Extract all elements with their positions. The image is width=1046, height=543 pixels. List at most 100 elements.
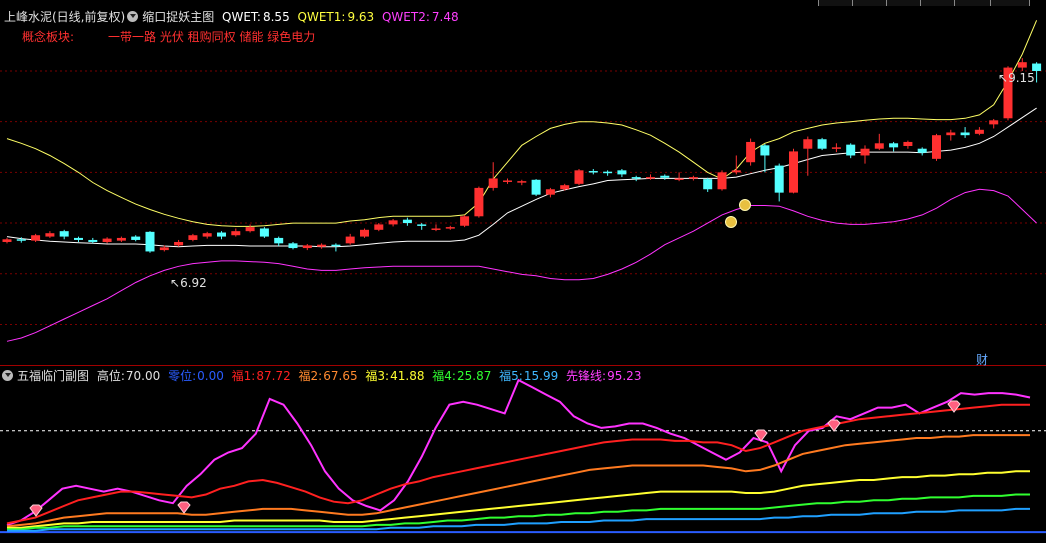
high-marker-value: 9.15 (1008, 71, 1035, 85)
xian-value: 95.23 (607, 369, 642, 383)
low-marker-value: 6.92 (180, 276, 207, 290)
finance-badge[interactable]: 财 (976, 351, 988, 368)
candle-down (617, 170, 627, 175)
candle-up (388, 220, 398, 225)
stock-chart-canvas[interactable] (0, 0, 1046, 543)
candle-up (245, 227, 255, 232)
candle-up (345, 236, 355, 244)
fu3-value: 41.88 (390, 369, 425, 383)
candle-up (45, 233, 55, 237)
zero-level-label: 零位: (168, 369, 197, 383)
candle-up (803, 139, 813, 149)
high-marker-label: ↖9.15 (998, 71, 1035, 85)
candle-up (474, 187, 484, 217)
fu4-label: 福4: (432, 369, 456, 383)
candle-up (903, 141, 913, 146)
candle-up (317, 244, 327, 247)
qwet-value: 8.55 (262, 10, 290, 24)
candle-up (488, 178, 498, 188)
fu5-value: 15.99 (523, 369, 559, 383)
main-grid (0, 70, 1046, 325)
sub-indicator-dropdown-icon[interactable] (2, 370, 13, 381)
toolbar-cutoff (0, 0, 1046, 6)
candle-up (431, 228, 441, 230)
coin-icon (739, 199, 751, 211)
middle-band-line (6, 107, 1037, 248)
zero-level-value: 0.00 (197, 369, 224, 383)
high-level-label: 高位: (96, 369, 125, 383)
diamond-icon (827, 419, 841, 432)
diamond-icon (177, 501, 191, 514)
stock-title: 上峰水泥(日线,前复权) (4, 10, 126, 24)
candle-up (932, 135, 941, 159)
candle-down (889, 143, 899, 148)
qwet-label: QWET: (222, 10, 261, 24)
candle-down (960, 132, 970, 136)
candle-down (259, 228, 269, 237)
lower-band-line (6, 188, 1037, 342)
candle-up (116, 237, 126, 241)
candle-down (145, 231, 155, 252)
candle-up (674, 178, 684, 180)
candle-up (560, 185, 570, 190)
fu2-value: 67.65 (323, 369, 358, 383)
candle-down (817, 139, 827, 149)
candle-down (288, 243, 298, 249)
candle-up (974, 129, 984, 134)
candle-up (302, 245, 312, 249)
candle-up (831, 147, 841, 149)
candle-up (731, 170, 741, 173)
candle-up (574, 170, 584, 184)
concept-label: 概念板块: (22, 30, 75, 44)
candle-down (274, 237, 284, 244)
fu5-line (7, 507, 1030, 532)
indicator-dropdown-icon[interactable] (127, 11, 139, 22)
fu2-label: 福2: (298, 369, 323, 383)
candle-up (174, 241, 184, 246)
qwet1-label: QWET1: (297, 10, 346, 24)
candle-down (703, 179, 713, 190)
candle-down (660, 175, 670, 178)
sub-indicator-name: 五福临门副图 (17, 369, 90, 383)
candle-up (31, 235, 41, 241)
toolbar-button[interactable] (990, 0, 1030, 6)
sub-lines (6, 378, 1031, 532)
candle-up (360, 229, 369, 237)
toolbar-button[interactable] (954, 0, 994, 6)
main-indicator-name: 缩口捉妖主图 (142, 10, 215, 24)
candle-down (217, 232, 226, 237)
candle-up (688, 177, 698, 179)
candle-up (717, 172, 727, 190)
candle-down (59, 231, 69, 237)
candle-up (1017, 62, 1027, 68)
candles (2, 58, 1042, 253)
qwet2-label: QWET2: (381, 10, 430, 24)
candle-down (16, 239, 26, 241)
candle-up (460, 216, 470, 226)
candle-up (202, 233, 212, 237)
sub-header: 五福临门副图 高位:70.00 零位:0.00 福1:87.72 福2:67.6… (0, 369, 645, 383)
candle-up (874, 143, 884, 149)
candle-down (603, 171, 613, 174)
fu1-value: 87.72 (256, 369, 291, 383)
candle-down (760, 145, 770, 156)
upper-band-line (6, 20, 1038, 227)
candle-up (746, 141, 756, 163)
low-marker-label: ↖6.92 (170, 276, 207, 290)
concept-row: 概念板块: 一带一路 光伏 租购同权 储能 绿色电力 (22, 30, 319, 44)
candle-up (946, 132, 956, 136)
concept-value: 一带一路 光伏 租购同权 储能 绿色电力 (108, 30, 316, 44)
candle-down (531, 179, 541, 195)
fu5-label: 福5: (499, 369, 523, 383)
candle-down (417, 224, 427, 226)
candle-up (545, 189, 555, 195)
candle-up (445, 227, 455, 229)
xian-line (6, 378, 1031, 526)
sub-markers (29, 400, 961, 517)
coin-icon (725, 216, 737, 228)
candle-down (588, 171, 598, 173)
xian-label: 先锋线: (566, 369, 607, 383)
candle-down (917, 148, 927, 153)
candle-up (860, 148, 870, 156)
qwet1-value: 9.63 (347, 10, 375, 24)
